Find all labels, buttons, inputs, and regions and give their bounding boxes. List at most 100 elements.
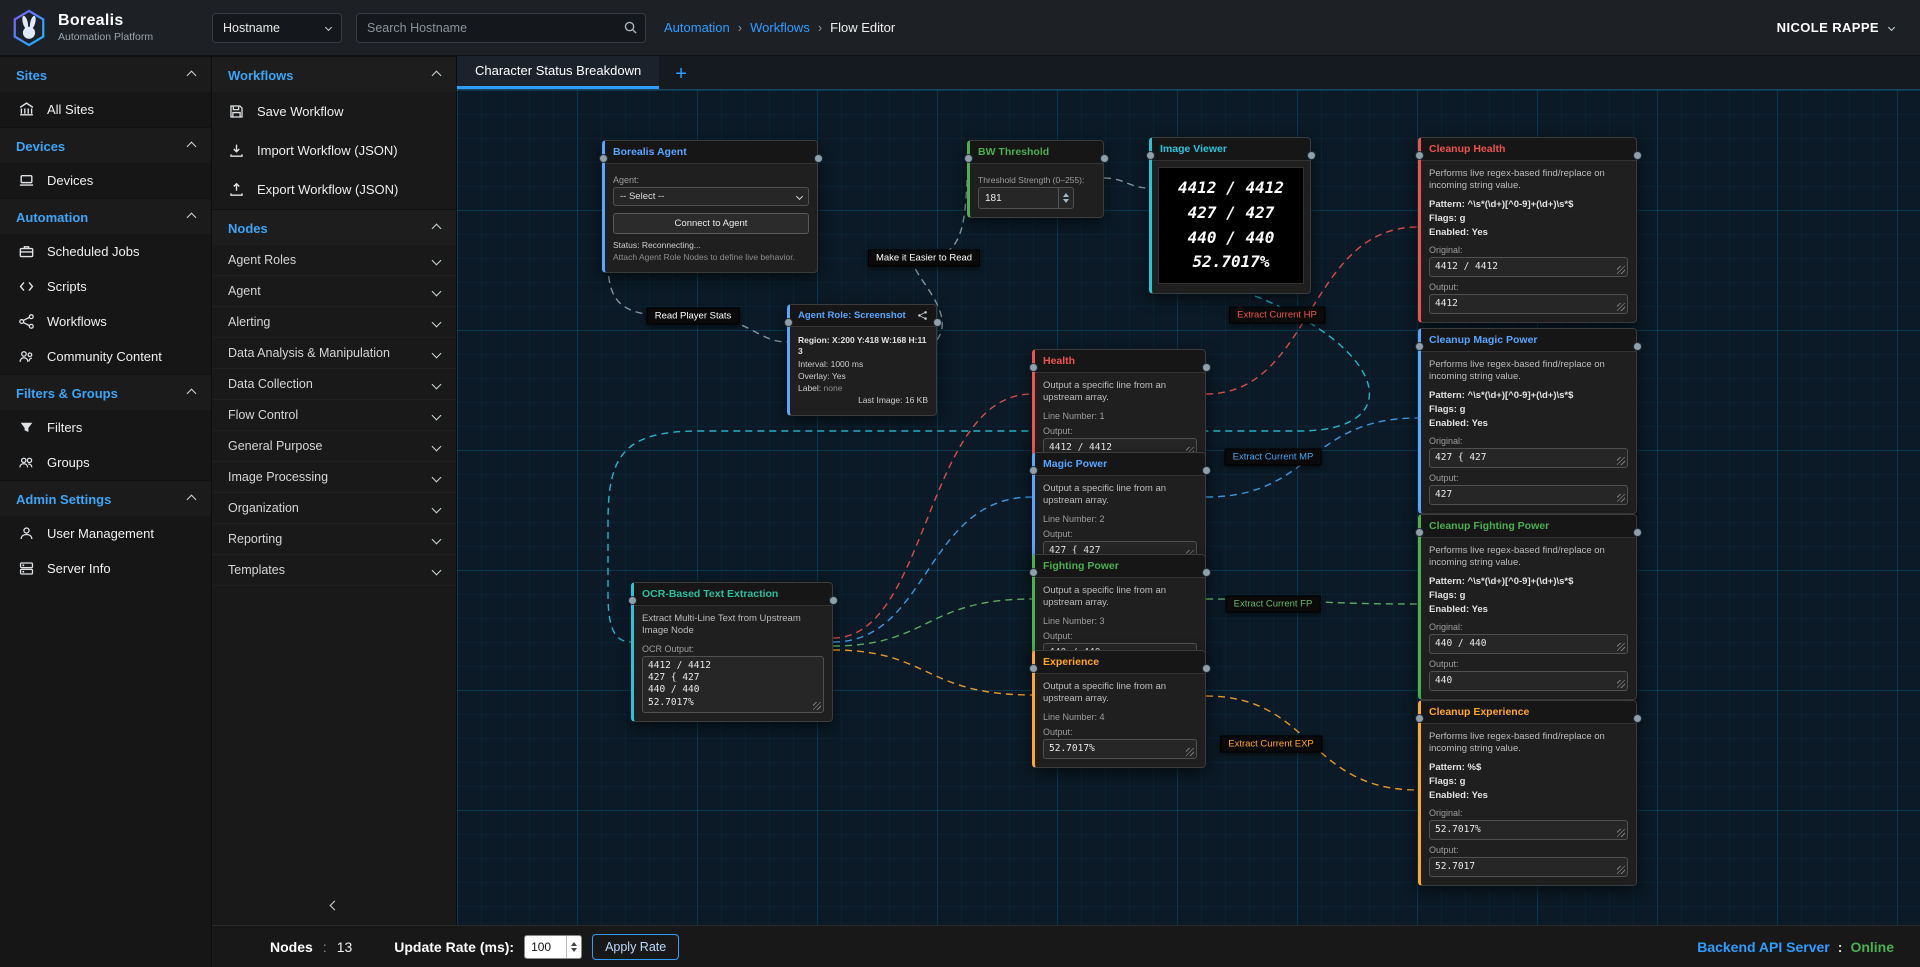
connect-to-agent-button[interactable]: Connect to Agent [613, 213, 809, 234]
borealis-logo [10, 9, 48, 47]
search-icon [623, 20, 638, 35]
ocr-output-label: OCR Output: [642, 644, 824, 654]
import-workflow-button[interactable]: Import Workflow (JSON) [212, 131, 456, 170]
share-icon[interactable] [917, 310, 928, 321]
edge-label-make-it-easier-to-read[interactable]: Make it Easier to Read [868, 250, 980, 267]
apply-rate-button[interactable]: Apply Rate [592, 934, 679, 960]
node-health[interactable]: Health Output a specific line from an up… [1032, 349, 1206, 467]
node-category-data-collection[interactable]: Data Collection [212, 369, 456, 400]
original-textarea[interactable]: 427 { 427 [1429, 448, 1628, 468]
node-magic-power[interactable]: Magic Power Output a specific line from … [1032, 452, 1206, 570]
original-textarea[interactable]: 440 / 440 [1429, 634, 1628, 654]
node-borealis-agent[interactable]: Borealis Agent Agent: -- Select -- Conne… [602, 140, 818, 273]
add-tab-button[interactable]: + [659, 59, 703, 89]
breadcrumb-automation[interactable]: Automation [664, 20, 730, 35]
node-description: Extract Multi-Line Text from Upstream Im… [642, 613, 824, 638]
separator: : [323, 939, 327, 955]
panel-section-nodes[interactable]: Nodes [212, 209, 456, 245]
threshold-input[interactable]: 181 [978, 187, 1074, 209]
node-category-image-processing[interactable]: Image Processing [212, 462, 456, 493]
output-textarea[interactable]: 427 [1429, 485, 1628, 505]
node-bw-threshold[interactable]: BW Threshold Threshold Strength (0–255):… [967, 140, 1104, 218]
sidebar-section-automation[interactable]: Automation [0, 198, 211, 234]
edge-label-read-player-stats[interactable]: Read Player Stats [647, 308, 740, 325]
flow-canvas[interactable]: Borealis Agent Agent: -- Select -- Conne… [457, 90, 1920, 925]
sidebar-section-admin-settings[interactable]: Admin Settings [0, 480, 211, 516]
node-agent-role-screenshot[interactable]: Agent Role: Screenshot Region: X:200 Y:4… [787, 304, 937, 416]
chevron-up-icon [432, 224, 442, 234]
screenshot-interval: Interval: 1000 ms [798, 359, 928, 369]
hostname-search [356, 13, 646, 43]
edge-label-extract-current-hp[interactable]: Extract Current HP [1229, 307, 1325, 324]
node-category-data-analysis[interactable]: Data Analysis & Manipulation [212, 338, 456, 369]
panel-section-workflows[interactable]: Workflows [212, 56, 456, 92]
sidebar-item-community-content[interactable]: Community Content [0, 339, 211, 374]
sidebar-section-sites[interactable]: Sites [0, 56, 211, 92]
edge-ocr-to-magic [833, 497, 1032, 642]
chevron-up-icon [187, 213, 197, 223]
edge-label-extract-current-exp[interactable]: Extract Current EXP [1220, 736, 1322, 753]
node-category-organization[interactable]: Organization [212, 493, 456, 524]
tab-bar: Character Status Breakdown + [457, 56, 1920, 90]
output-textarea[interactable]: 4412 [1429, 294, 1628, 314]
sidebar-item-devices[interactable]: Devices [0, 163, 211, 198]
action-label: Save Workflow [257, 104, 343, 119]
output-label: Output: [1043, 426, 1197, 436]
node-category-agent[interactable]: Agent [212, 276, 456, 307]
node-cleanup-magic-power[interactable]: Cleanup Magic Power Performs live regex-… [1418, 328, 1637, 514]
node-cleanup-health[interactable]: Cleanup Health Performs live regex-based… [1418, 137, 1637, 323]
node-title: Cleanup Experience [1421, 701, 1636, 724]
number-stepper[interactable] [566, 936, 581, 958]
output-field[interactable]: 52.7017% [1043, 739, 1197, 759]
original-textarea[interactable]: 52.7017% [1429, 820, 1628, 840]
node-ocr-text-extraction[interactable]: OCR-Based Text Extraction Extract Multi-… [631, 582, 833, 722]
output-textarea[interactable]: 440 [1429, 671, 1628, 691]
node-category-reporting[interactable]: Reporting [212, 524, 456, 555]
panel-collapse-button[interactable] [212, 896, 456, 915]
node-category-templates[interactable]: Templates [212, 555, 456, 586]
agent-hint: Attach Agent Role Nodes to define live b… [613, 252, 809, 262]
search-input[interactable] [356, 13, 646, 43]
node-category-agent-roles[interactable]: Agent Roles [212, 245, 456, 276]
node-category-general-purpose[interactable]: General Purpose [212, 431, 456, 462]
sidebar-item-all-sites[interactable]: All Sites [0, 92, 211, 127]
sidebar-item-user-management[interactable]: User Management [0, 516, 211, 551]
node-experience[interactable]: Experience Output a specific line from a… [1032, 650, 1206, 768]
breadcrumb-workflows[interactable]: Workflows [750, 20, 810, 35]
user-menu[interactable]: NICOLE RAPPE [1777, 20, 1894, 35]
node-cleanup-fighting-power[interactable]: Cleanup Fighting Power Performs live reg… [1418, 514, 1637, 700]
viewer-line: 440 / 440 [1169, 226, 1293, 251]
sidebar-item-scripts[interactable]: Scripts [0, 269, 211, 304]
output-textarea[interactable]: 52.7017 [1429, 857, 1628, 877]
node-image-viewer[interactable]: Image Viewer 4412 / 4412 427 / 427 440 /… [1149, 137, 1311, 294]
node-description: Output a specific line from an upstream … [1043, 483, 1197, 508]
line-number-label: Line Number: 2 [1043, 514, 1197, 524]
export-workflow-button[interactable]: Export Workflow (JSON) [212, 170, 456, 209]
sidebar-item-workflows[interactable]: Workflows [0, 304, 211, 339]
node-category-flow-control[interactable]: Flow Control [212, 400, 456, 431]
hostname-select[interactable]: Hostname [212, 13, 342, 43]
ocr-output-textarea[interactable]: 4412 / 4412 427 { 427 440 / 440 52.7017% [642, 656, 824, 713]
save-workflow-button[interactable]: Save Workflow [212, 92, 456, 131]
node-cleanup-experience[interactable]: Cleanup Experience Performs live regex-b… [1418, 700, 1637, 886]
nodes-count-label: Nodes [270, 939, 313, 955]
number-stepper[interactable] [1058, 188, 1073, 208]
user-name: NICOLE RAPPE [1777, 20, 1879, 35]
agent-select[interactable]: -- Select -- [613, 187, 809, 206]
original-textarea[interactable]: 4412 / 4412 [1429, 257, 1628, 277]
enabled-text: Enabled: Yes [1429, 418, 1628, 430]
sidebar-section-devices[interactable]: Devices [0, 127, 211, 163]
edge-label-extract-current-mp[interactable]: Extract Current MP [1225, 449, 1322, 466]
sidebar-item-label: Workflows [47, 314, 107, 329]
main-sidebar: Sites All Sites Devices Devices Automati… [0, 56, 212, 967]
update-rate-input[interactable]: 100 [524, 935, 582, 959]
node-category-alerting[interactable]: Alerting [212, 307, 456, 338]
sidebar-item-server-info[interactable]: Server Info [0, 551, 211, 586]
sidebar-section-filters-groups[interactable]: Filters & Groups [0, 374, 211, 410]
sidebar-item-filters[interactable]: Filters [0, 410, 211, 445]
edge-label-extract-current-fp[interactable]: Extract Current FP [1226, 596, 1321, 613]
tab-character-status-breakdown[interactable]: Character Status Breakdown [457, 55, 659, 89]
breadcrumb-current: Flow Editor [830, 20, 895, 35]
sidebar-item-groups[interactable]: Groups [0, 445, 211, 480]
sidebar-item-scheduled-jobs[interactable]: Scheduled Jobs [0, 234, 211, 269]
